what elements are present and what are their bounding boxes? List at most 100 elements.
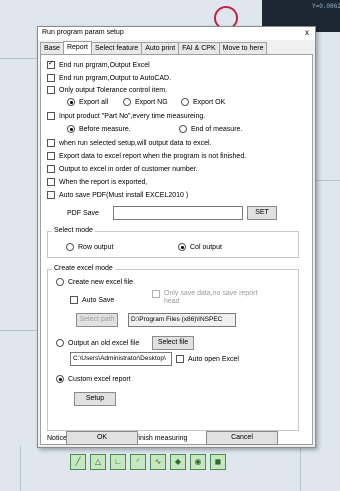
only-save-data-option[interactable]: Only save data,no save report head [152, 290, 272, 306]
when-exported-label: When the report is exported, [59, 178, 148, 186]
end-run-autocad-checkbox[interactable] [47, 74, 55, 82]
angle-tool-icon[interactable]: ∟ [110, 454, 126, 470]
when-run-selected-option[interactable]: when run selected setup,will output data… [47, 139, 212, 147]
custom-report-radio[interactable] [56, 375, 64, 383]
only-tolerance-label: Only output Tolerance control item. [59, 86, 168, 94]
col-output-option[interactable]: Col output [178, 243, 222, 251]
auto-save-option[interactable]: Auto Save [70, 296, 114, 304]
tab-report[interactable]: Report [62, 41, 92, 54]
triangle-tool-icon[interactable]: △ [90, 454, 106, 470]
create-new-label: Create new excel file [68, 278, 133, 286]
when-exported-checkbox[interactable] [47, 178, 55, 186]
create-excel-mode-group: Create excel mode Create new excel file … [47, 265, 299, 431]
export-not-finished-checkbox[interactable] [47, 152, 55, 160]
custom-report-option[interactable]: Custom excel report [56, 375, 131, 383]
end-run-excel-checkbox[interactable] [47, 59, 55, 69]
tab-auto-print[interactable]: Auto print [141, 42, 180, 54]
tab-move-to-here[interactable]: Move to here [218, 42, 268, 54]
auto-save-pdf-option[interactable]: Auto save PDF(Must install EXCEL2010 ) [47, 191, 188, 199]
pdf-save-input[interactable] [113, 206, 243, 220]
export-ok-option[interactable]: Export OK [181, 98, 225, 106]
setup-button[interactable]: Setup [74, 392, 116, 406]
input-partno-label: Input product "Part No",every time measu… [59, 112, 206, 120]
coordinate-readout: Y=0.0862 [312, 3, 340, 10]
auto-open-excel-option[interactable]: Auto open Excel [176, 355, 239, 363]
row-output-option[interactable]: Row output [66, 243, 113, 251]
end-run-autocad-label: End run prgram,Output to AutoCAD. [59, 74, 172, 82]
select-mode-title: Select mode [52, 227, 95, 234]
file-path-input[interactable]: C:\Users\Administrator\Desktop\ [70, 352, 172, 366]
export-all-radio[interactable] [67, 98, 75, 106]
cad-line [0, 58, 37, 59]
run-program-param-dialog: Run program param setup x Base Report Se… [37, 26, 316, 448]
only-save-data-checkbox[interactable] [152, 290, 160, 298]
col-output-label: Col output [190, 243, 222, 251]
col-output-radio[interactable] [178, 243, 186, 251]
ok-button[interactable]: OK [66, 431, 138, 445]
shape-tool-icon[interactable]: ◼ [210, 454, 226, 470]
select-file-button[interactable]: Select file [152, 336, 194, 350]
line-tool-icon[interactable]: ╱ [70, 454, 86, 470]
end-run-autocad-option[interactable]: End run prgram,Output to AutoCAD. [47, 74, 171, 82]
path-input[interactable]: D:\Program Files (x86)\INSPEC [128, 313, 236, 327]
export-ng-label: Export NG [135, 98, 168, 106]
before-measure-label: Before measure. [79, 125, 131, 133]
cad-line [20, 446, 21, 491]
only-tolerance-option[interactable]: Only output Tolerance control item. [47, 86, 167, 94]
end-run-excel-label: End run prgram,Output Excel [59, 61, 150, 69]
cad-line [314, 180, 340, 181]
export-all-label: Export all [79, 98, 109, 106]
create-excel-mode-title: Create excel mode [52, 265, 115, 272]
row-output-radio[interactable] [66, 243, 74, 251]
end-run-excel-option[interactable]: End run prgram,Output Excel [47, 59, 150, 69]
auto-save-pdf-label: Auto save PDF(Must install EXCEL2010 ) [59, 191, 189, 199]
cancel-button[interactable]: Cancel [206, 431, 278, 445]
tab-base[interactable]: Base [40, 42, 64, 54]
report-tab-panel: End run prgram,Output Excel End run prgr… [40, 54, 313, 445]
set-button[interactable]: SET [247, 206, 277, 220]
arc-tool-icon[interactable]: ◜ [130, 454, 146, 470]
export-not-finished-label: Export data to excel report when the pro… [59, 152, 247, 160]
tab-select-feature[interactable]: Select feature [90, 42, 143, 54]
fill-tool-icon[interactable]: ◆ [170, 454, 186, 470]
custom-report-label: Custom excel report [68, 375, 131, 383]
export-ok-radio[interactable] [181, 98, 189, 106]
curve-tool-icon[interactable]: ∿ [150, 454, 166, 470]
circle-tool-icon[interactable]: ◉ [190, 454, 206, 470]
create-new-option[interactable]: Create new excel file [56, 278, 133, 286]
export-ng-option[interactable]: Export NG [123, 98, 168, 106]
row-output-label: Row output [78, 243, 114, 251]
output-in-order-checkbox[interactable] [47, 165, 55, 173]
tab-fai-cpk[interactable]: FAI & CPK [178, 42, 220, 54]
before-measure-option[interactable]: Before measure. [67, 125, 131, 133]
when-run-selected-checkbox[interactable] [47, 139, 55, 147]
create-new-radio[interactable] [56, 278, 64, 286]
export-all-option[interactable]: Export all [67, 98, 108, 106]
end-of-measure-radio[interactable] [179, 125, 187, 133]
dialog-titlebar: Run program param setup x [38, 27, 315, 40]
when-exported-option[interactable]: When the report is exported, [47, 178, 147, 186]
select-path-button[interactable]: Select path [76, 313, 118, 327]
output-in-order-option[interactable]: Output to excel in order of customer num… [47, 165, 198, 173]
auto-open-excel-checkbox[interactable] [176, 355, 184, 363]
pdf-save-label: PDF Save [67, 210, 99, 217]
input-partno-checkbox[interactable] [47, 112, 55, 120]
export-not-finished-option[interactable]: Export data to excel report when the pro… [47, 152, 246, 160]
end-of-measure-label: End of measure. [191, 125, 243, 133]
output-old-radio[interactable] [56, 339, 64, 347]
select-mode-group: Select mode Row output Col output [47, 227, 299, 258]
cad-toolbar: ╱ △ ∟ ◜ ∿ ◆ ◉ ◼ [70, 454, 280, 470]
only-tolerance-checkbox[interactable] [47, 86, 55, 94]
input-partno-option[interactable]: Input product "Part No",every time measu… [47, 112, 205, 120]
end-of-measure-option[interactable]: End of measure. [179, 125, 242, 133]
export-ng-radio[interactable] [123, 98, 131, 106]
dialog-title: Run program param setup [42, 29, 124, 36]
cad-line [0, 330, 37, 331]
close-icon[interactable]: x [305, 28, 309, 37]
auto-save-checkbox[interactable] [70, 296, 78, 304]
when-run-selected-label: when run selected setup,will output data… [59, 139, 212, 147]
auto-save-pdf-checkbox[interactable] [47, 191, 55, 199]
output-in-order-label: Output to excel in order of customer num… [59, 165, 198, 173]
output-old-option[interactable]: Output an old excel file [56, 339, 139, 347]
before-measure-radio[interactable] [67, 125, 75, 133]
